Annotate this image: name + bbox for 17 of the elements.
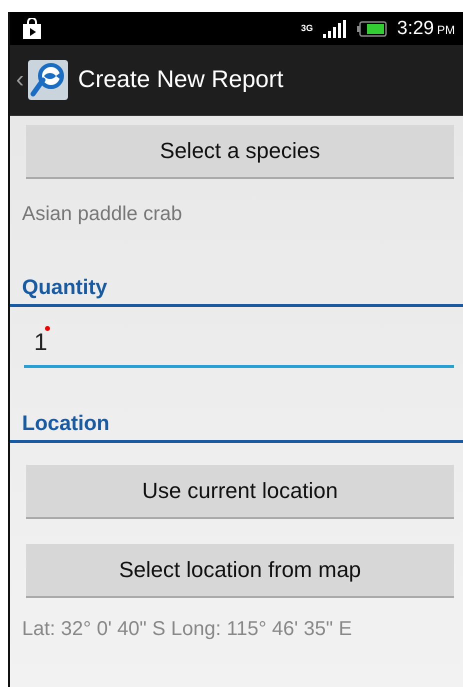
location-button[interactable]: Use current location <box>26 465 454 519</box>
select-species-button[interactable]: Select a species <box>26 125 454 179</box>
quantity-field[interactable]: 1 <box>24 317 454 368</box>
screen-title: Create New Report <box>78 66 284 94</box>
store-bag-icon[interactable] <box>22 18 42 40</box>
clock: 3:29 PM <box>397 18 455 40</box>
network-type: 3G <box>301 24 314 33</box>
species-name: Asian paddle crab <box>21 202 184 226</box>
touch-dot-icon <box>45 326 50 331</box>
app-logo-icon[interactable] <box>28 60 68 100</box>
signal-icon <box>323 20 348 38</box>
location-button[interactable]: Select location from map <box>26 544 454 598</box>
battery-icon <box>357 20 388 36</box>
back-caret[interactable]: ‹ <box>16 66 24 94</box>
section-header: Location <box>10 412 463 443</box>
coordinates-text: Lat: 32° 0' 40" S Long: 115° 46' 35" E <box>21 617 353 641</box>
section-header: Quantity <box>10 276 463 307</box>
